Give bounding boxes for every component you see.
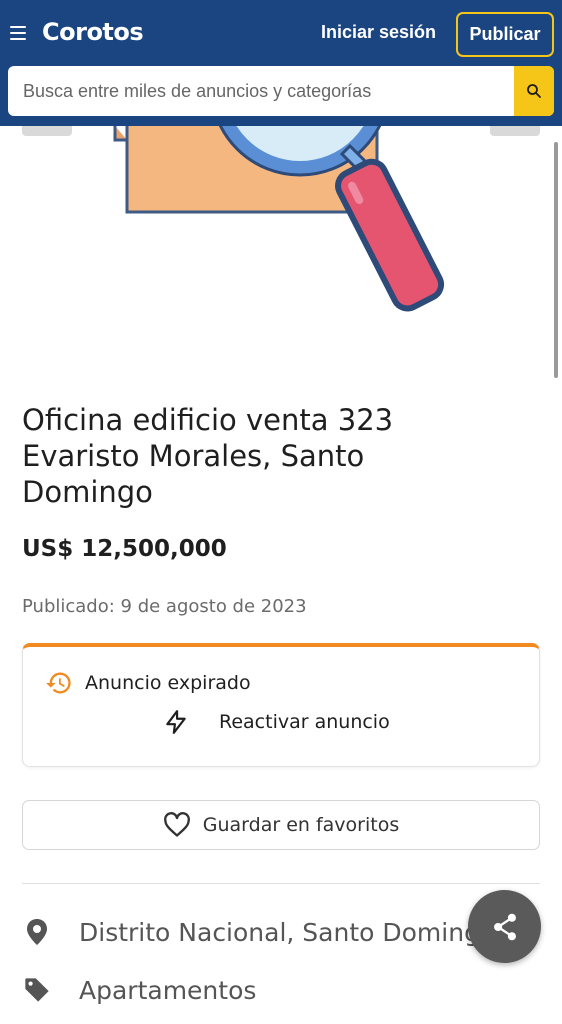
- save-favorite-button[interactable]: Guardar en favoritos: [22, 800, 540, 850]
- brand-logo[interactable]: Corotos: [42, 18, 144, 46]
- expired-status-card: Anuncio expirado Reactivar anuncio: [22, 643, 540, 767]
- section-divider: [22, 883, 540, 884]
- location-row: Distrito Nacional, Santo Domingo: [22, 914, 495, 950]
- expired-status-label: Anuncio expirado: [85, 672, 251, 694]
- heart-icon: [163, 812, 190, 837]
- history-icon: [46, 672, 71, 694]
- reactivate-label: Reactivar anuncio: [219, 711, 390, 733]
- save-favorite-label: Guardar en favoritos: [202, 814, 400, 836]
- location-text: Distrito Nacional, Santo Domingo: [79, 917, 496, 947]
- search-input[interactable]: [8, 66, 514, 116]
- listing-page: Corotos Iniciar sesión Publicar Busca en…: [0, 0, 562, 1024]
- hamburger-menu-icon[interactable]: [10, 26, 26, 40]
- map-pin-icon: [22, 914, 52, 950]
- listing-title: Oficina edificio venta 323 Evaristo Mora…: [22, 403, 394, 509]
- reactivate-button[interactable]: Reactivar anuncio: [163, 709, 390, 735]
- listing-image[interactable]: [0, 126, 562, 390]
- publish-button[interactable]: Publicar: [456, 12, 554, 57]
- share-icon: [493, 913, 516, 940]
- share-button[interactable]: [468, 890, 541, 963]
- category-text: Apartamentos: [79, 975, 257, 1005]
- search-icon: [527, 84, 541, 98]
- app-header: Corotos Iniciar sesión Publicar: [0, 0, 562, 126]
- expired-status: Anuncio expirado: [45, 669, 251, 697]
- login-link[interactable]: Iniciar sesión: [321, 22, 436, 43]
- lightning-icon: [166, 710, 186, 734]
- search-button[interactable]: [514, 66, 554, 116]
- page-scrollbar[interactable]: [554, 142, 558, 378]
- magnifying-glass-box-illustration: [113, 126, 445, 312]
- published-date: Publicado: 9 de agosto de 2023: [22, 596, 307, 617]
- listing-price: US$ 12,500,000: [22, 536, 227, 562]
- category-row: Apartamentos: [22, 972, 256, 1008]
- search-bar: [8, 66, 554, 116]
- tag-icon: [22, 972, 52, 1008]
